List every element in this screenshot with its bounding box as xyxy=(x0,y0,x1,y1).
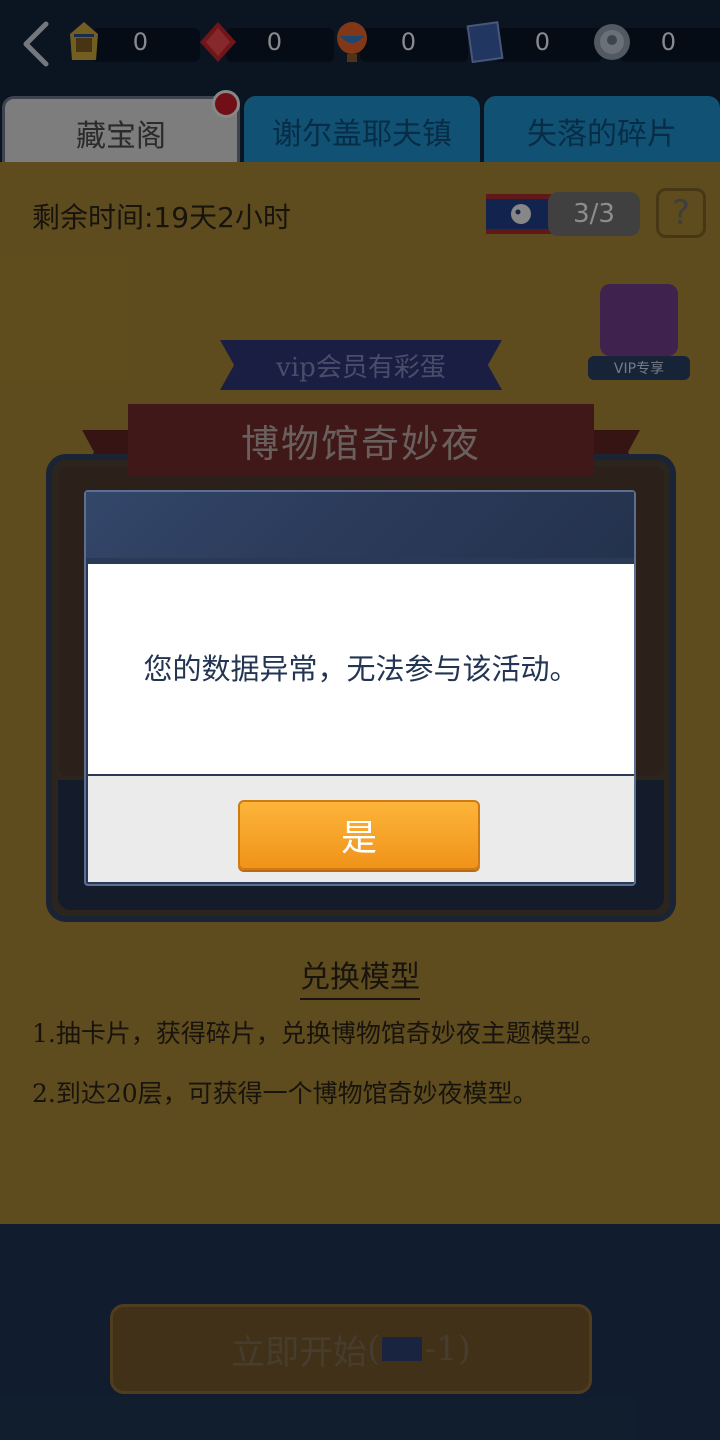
dialog-message: 您的数据异常，无法参与该活动。 xyxy=(143,652,579,686)
confirm-button[interactable]: 是 xyxy=(238,800,480,870)
dialog-body: 您的数据异常，无法参与该活动。 xyxy=(88,564,634,774)
dialog-header xyxy=(86,492,634,558)
